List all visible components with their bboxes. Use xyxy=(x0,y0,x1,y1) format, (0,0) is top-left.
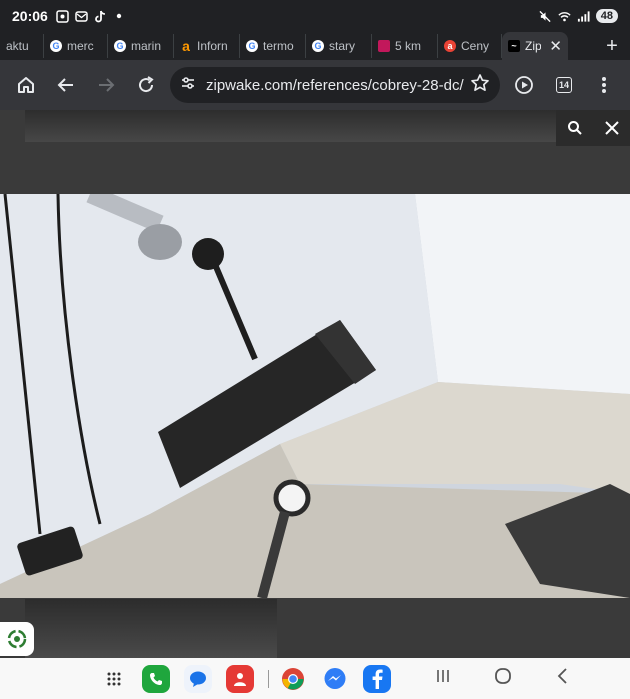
google-favicon-icon: G xyxy=(246,40,258,52)
tab-5km[interactable]: 5 km xyxy=(372,34,438,58)
allegro-favicon-icon: a xyxy=(444,40,456,52)
facebook-app-button[interactable] xyxy=(363,664,391,693)
tab-stary[interactable]: G stary xyxy=(306,34,372,58)
contacts-app-button[interactable] xyxy=(226,664,254,693)
messages-app-button[interactable] xyxy=(184,664,212,693)
tab-inforn[interactable]: a Inforn xyxy=(174,34,240,58)
tab-label: termo xyxy=(263,39,294,53)
phone-icon xyxy=(150,672,162,685)
battery-indicator: 48 xyxy=(595,9,618,23)
mail-icon xyxy=(75,10,88,23)
tab-label: Inforn xyxy=(197,39,228,53)
tab-label: stary xyxy=(329,39,356,53)
tab-merc[interactable]: G merc xyxy=(44,34,108,58)
reload-icon xyxy=(139,76,154,93)
tab-label: merc xyxy=(67,39,94,53)
tab-label: aktu xyxy=(6,39,29,53)
back-nav-button[interactable] xyxy=(533,667,593,690)
back-button[interactable] xyxy=(46,65,86,105)
tab-switcher-button[interactable]: 14 xyxy=(544,65,584,105)
home-button[interactable] xyxy=(6,65,46,105)
reload-button[interactable] xyxy=(126,65,166,105)
app-drawer-button[interactable] xyxy=(100,665,128,693)
play-circle-icon xyxy=(515,76,533,94)
tab-termo[interactable]: G termo xyxy=(240,34,306,58)
amazon-favicon-icon: a xyxy=(182,38,190,54)
notification-dot-icon xyxy=(113,10,126,23)
tab-marin[interactable]: G marin xyxy=(108,34,174,58)
nav-separator xyxy=(268,669,269,688)
forward-button[interactable] xyxy=(86,65,126,105)
recents-icon xyxy=(437,670,449,682)
tab-aktu[interactable]: aktu xyxy=(0,34,44,58)
tab-label: Ceny xyxy=(461,39,490,53)
tab-zipwake-active[interactable]: ~ Zip ✕ xyxy=(502,32,568,60)
clock: 20:06 xyxy=(12,8,48,24)
media-play-button[interactable] xyxy=(504,65,544,105)
url-text[interactable]: zipwake.com/references/cobrey-28-dc/ xyxy=(206,77,470,94)
address-bar[interactable]: zipwake.com/references/cobrey-28-dc/ xyxy=(170,67,500,103)
grid-icon xyxy=(107,672,121,685)
tab-label: 5 km xyxy=(395,39,422,53)
page-content xyxy=(0,110,630,658)
tab-ceny[interactable]: a Ceny xyxy=(438,34,502,58)
search-icon xyxy=(567,121,582,135)
signal-icon xyxy=(577,10,590,23)
recent-apps-button[interactable] xyxy=(413,668,473,689)
browser-toolbar: zipwake.com/references/cobrey-28-dc/ 14 xyxy=(0,60,630,110)
messenger-app-button[interactable] xyxy=(321,665,349,693)
close-lightbox-button[interactable] xyxy=(600,116,624,140)
menu-button[interactable] xyxy=(584,65,624,105)
gallery-thumbnail-bottom xyxy=(25,599,277,658)
tab-label: marin xyxy=(131,39,162,53)
boat-hull-photo xyxy=(0,194,630,598)
arrow-left-icon xyxy=(57,78,73,92)
zoom-button[interactable] xyxy=(563,116,587,140)
google-favicon-icon: G xyxy=(50,40,62,52)
tab-count: 14 xyxy=(556,77,572,93)
status-bar: 20:06 48 xyxy=(0,0,630,32)
tiktok-icon xyxy=(94,10,107,23)
chrome-icon xyxy=(282,667,304,690)
site-settings-icon[interactable] xyxy=(180,75,196,95)
facebook-icon xyxy=(372,669,383,689)
close-tab-icon[interactable]: ✕ xyxy=(549,37,562,55)
android-nav-bar xyxy=(0,658,630,699)
screenshot-icon xyxy=(56,9,69,23)
image-favicon-icon xyxy=(378,40,390,52)
recycle-icon xyxy=(7,629,27,649)
home-nav-button[interactable] xyxy=(473,667,533,690)
product-photo xyxy=(0,194,630,598)
google-favicon-icon: G xyxy=(312,40,324,52)
google-favicon-icon: G xyxy=(114,40,126,52)
more-vert-icon xyxy=(602,77,606,93)
close-icon xyxy=(604,121,619,135)
phone-app-button[interactable] xyxy=(142,664,170,693)
lightbox-controls xyxy=(556,110,630,146)
arrow-right-icon xyxy=(99,78,115,92)
tab-strip: aktu G merc G marin a Inforn G termo G s… xyxy=(0,32,630,60)
wifi-icon xyxy=(558,10,571,23)
mute-icon xyxy=(539,10,552,23)
messenger-icon xyxy=(324,667,346,689)
floating-app-badge[interactable] xyxy=(0,622,34,656)
chat-bubble-icon xyxy=(190,671,206,687)
gallery-thumbnail-strip xyxy=(25,110,557,142)
person-icon xyxy=(234,672,246,686)
chevron-left-icon xyxy=(557,668,567,684)
new-tab-button[interactable]: + xyxy=(594,35,630,58)
tab-label: Zip xyxy=(525,39,542,53)
home-circle-icon xyxy=(495,668,511,684)
zipwake-favicon-icon: ~ xyxy=(508,40,520,52)
chrome-app-button[interactable] xyxy=(279,665,307,693)
bookmark-star-icon[interactable] xyxy=(470,73,490,97)
home-icon xyxy=(18,77,34,93)
